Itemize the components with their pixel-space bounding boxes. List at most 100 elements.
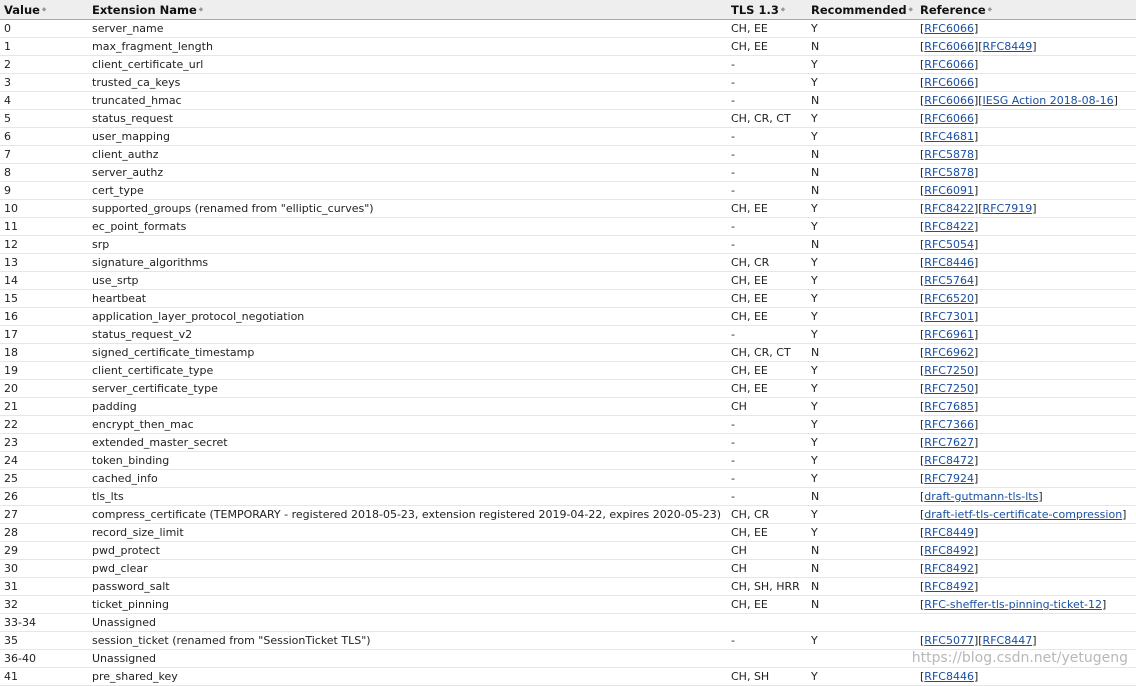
extension-name-cell: token_binding — [88, 451, 727, 470]
extension-name-cell: heartbeat — [88, 289, 727, 308]
tls13-cell: - — [727, 235, 807, 254]
sort-icon[interactable]: ⬥ — [781, 6, 785, 14]
reference-link[interactable]: RFC6961 — [924, 328, 974, 341]
reference-link[interactable]: RFC8492 — [924, 544, 974, 557]
reference-link[interactable]: RFC7250 — [924, 382, 974, 395]
column-header-reference[interactable]: Reference ⬥ — [916, 0, 1136, 20]
tls13-cell: - — [727, 91, 807, 110]
extension-name-cell: server_certificate_type — [88, 379, 727, 398]
reference-link[interactable]: RFC5054 — [924, 238, 974, 251]
extension-name-cell: padding — [88, 397, 727, 416]
extension-name-cell: use_srtp — [88, 271, 727, 290]
reference-link[interactable]: RFC7627 — [924, 436, 974, 449]
value-cell: 33-34 — [0, 613, 88, 632]
recommended-cell: Y — [807, 469, 916, 488]
extension-name-cell: status_request_v2 — [88, 325, 727, 344]
extension-name-cell: user_mapping — [88, 127, 727, 146]
reference-link[interactable]: RFC6066 — [924, 22, 974, 35]
extension-name-cell: pre_shared_key — [88, 667, 727, 686]
sort-icon[interactable]: ⬥ — [42, 6, 46, 14]
sort-icon[interactable]: ⬥ — [199, 6, 203, 14]
column-header-value[interactable]: Value ⬥ — [0, 0, 88, 20]
reference-link[interactable]: RFC6962 — [924, 346, 974, 359]
reference-link[interactable]: IESG Action 2018-08-16 — [983, 94, 1114, 107]
reference-link[interactable]: RFC8449 — [983, 40, 1033, 53]
reference-link[interactable]: RFC8472 — [924, 454, 974, 467]
extension-name-cell: client_certificate_type — [88, 361, 727, 380]
extension-name-cell: Unassigned — [88, 649, 727, 668]
table-row: 18 signed_certificate_timestamp CH, CR, CT… — [0, 343, 1136, 362]
reference-link[interactable]: RFC6520 — [924, 292, 974, 305]
reference-cell: [RFC5077][RFC8447] — [916, 631, 1136, 650]
reference-link[interactable]: RFC8446 — [924, 256, 974, 269]
reference-link[interactable]: RFC6091 — [924, 184, 974, 197]
column-header-tls13[interactable]: TLS 1.3 ⬥ — [727, 0, 807, 20]
reference-link[interactable]: RFC8492 — [924, 580, 974, 593]
table-row: 32 ticket_pinning CH, EE N [RFC-sheffer-tls-… — [0, 595, 1136, 614]
sort-icon[interactable]: ⬥ — [909, 6, 913, 14]
column-header-extension-name[interactable]: Extension Name ⬥ — [88, 0, 727, 20]
reference-cell: [RFC8446] — [916, 667, 1136, 686]
reference-link[interactable]: RFC7685 — [924, 400, 974, 413]
reference-link[interactable]: RFC6066 — [924, 94, 974, 107]
value-cell: 12 — [0, 235, 88, 254]
reference-link[interactable]: RFC5878 — [924, 166, 974, 179]
reference-cell: [RFC5878] — [916, 145, 1136, 164]
reference-link[interactable]: RFC8447 — [983, 634, 1033, 647]
reference-link[interactable]: RFC6066 — [924, 58, 974, 71]
reference-link[interactable]: RFC8449 — [924, 526, 974, 539]
table-row: 8 server_authz - N [RFC5878] — [0, 163, 1136, 182]
value-cell: 3 — [0, 73, 88, 92]
extension-name-cell: encrypt_then_mac — [88, 415, 727, 434]
tls13-cell: CH, CR — [727, 253, 807, 272]
reference-link[interactable]: RFC7919 — [983, 202, 1033, 215]
tls13-cell: - — [727, 181, 807, 200]
extension-name-cell: client_certificate_url — [88, 55, 727, 74]
reference-link[interactable]: draft-ietf-tls-certificate-compression — [924, 508, 1122, 521]
reference-link[interactable]: RFC7366 — [924, 418, 974, 431]
extension-name-cell: srp — [88, 235, 727, 254]
reference-link[interactable]: RFC7924 — [924, 472, 974, 485]
reference-cell: [RFC6066][RFC8449] — [916, 37, 1136, 56]
value-cell: 41 — [0, 667, 88, 686]
extension-name-cell: signed_certificate_timestamp — [88, 343, 727, 362]
reference-link[interactable]: RFC7301 — [924, 310, 974, 323]
sort-icon[interactable]: ⬥ — [988, 6, 992, 14]
table-row: 33-34 Unassigned — [0, 613, 1136, 632]
reference-link[interactable]: RFC6066 — [924, 112, 974, 125]
reference-link[interactable]: RFC8492 — [924, 562, 974, 575]
reference-cell: [RFC5878] — [916, 163, 1136, 182]
reference-link[interactable]: RFC8422 — [924, 220, 974, 233]
reference-link[interactable]: RFC4681 — [924, 130, 974, 143]
reference-link[interactable]: RFC5764 — [924, 274, 974, 287]
reference-cell: [RFC6066] — [916, 73, 1136, 92]
table-row: 36-40 Unassigned — [0, 649, 1136, 668]
reference-link[interactable]: RFC8446 — [924, 670, 974, 683]
reference-cell: [RFC5764] — [916, 271, 1136, 290]
tls13-cell: - — [727, 415, 807, 434]
value-cell: 1 — [0, 37, 88, 56]
recommended-cell: Y — [807, 127, 916, 146]
reference-link[interactable]: RFC5878 — [924, 148, 974, 161]
recommended-cell: Y — [807, 397, 916, 416]
reference-link[interactable]: RFC6066 — [924, 40, 974, 53]
recommended-cell: N — [807, 487, 916, 506]
reference-link[interactable]: RFC5077 — [924, 634, 974, 647]
table-row: 27 compress_certificate (TEMPORARY - regi… — [0, 505, 1136, 524]
recommended-cell: Y — [807, 667, 916, 686]
reference-link[interactable]: RFC-sheffer-tls-pinning-ticket-12 — [924, 598, 1102, 611]
column-header-recommended[interactable]: Recommended ⬥ — [807, 0, 916, 20]
tls13-cell: CH, CR — [727, 505, 807, 524]
table-row: 2 client_certificate_url - Y [RFC6066] — [0, 55, 1136, 74]
value-cell: 17 — [0, 325, 88, 344]
value-cell: 13 — [0, 253, 88, 272]
reference-link[interactable]: RFC6066 — [924, 76, 974, 89]
reference-link[interactable]: RFC7250 — [924, 364, 974, 377]
reference-link[interactable]: RFC8422 — [924, 202, 974, 215]
tls13-cell: - — [727, 163, 807, 182]
table-row: 15 heartbeat CH, EE Y [RFC6520] — [0, 289, 1136, 308]
table-row: 20 server_certificate_type CH, EE Y [RFC7250… — [0, 379, 1136, 398]
recommended-cell: Y — [807, 289, 916, 308]
reference-link[interactable]: draft-gutmann-tls-lts — [924, 490, 1038, 503]
recommended-cell: Y — [807, 217, 916, 236]
